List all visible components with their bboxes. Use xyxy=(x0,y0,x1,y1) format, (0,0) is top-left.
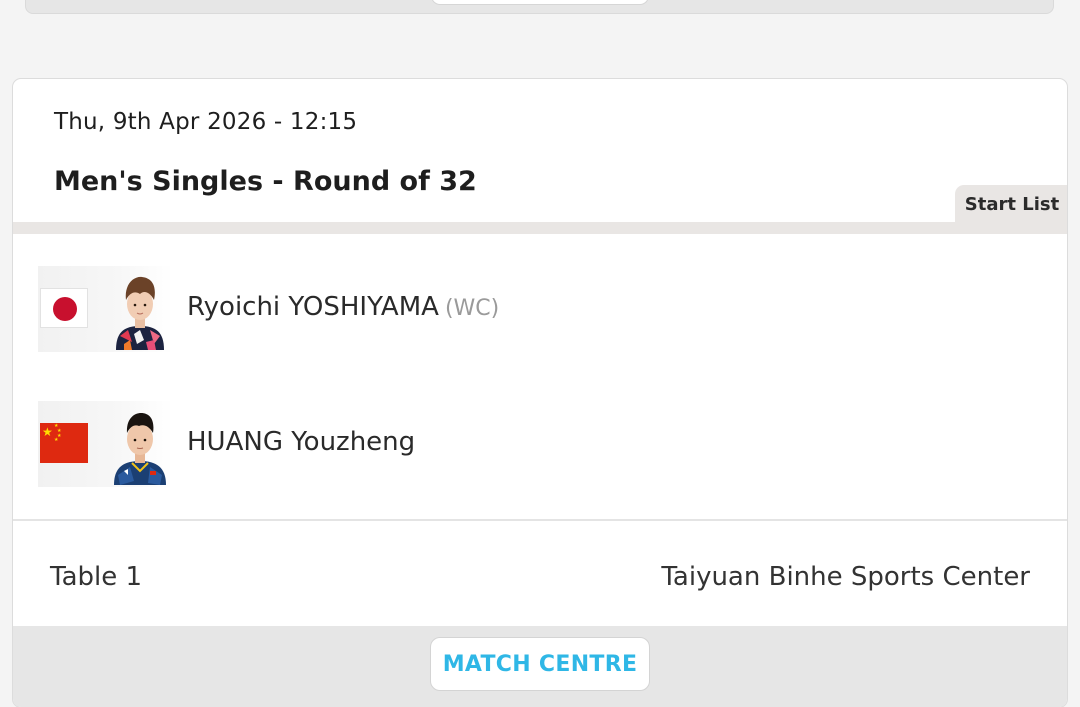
table-label: Table 1 xyxy=(50,562,143,592)
player-name-text: HUANG Youzheng xyxy=(187,427,416,457)
china-flag-icon: ★ ★ ★ ★ ★ xyxy=(40,423,88,463)
event-title: Men's Singles - Round of 32 xyxy=(54,166,477,197)
japan-flag-icon xyxy=(40,288,88,328)
player-media: ★ ★ ★ ★ ★ xyxy=(38,401,173,487)
player-media xyxy=(38,266,173,352)
match-centre-button[interactable]: MATCH CENTRE xyxy=(430,637,650,691)
player-avatar xyxy=(110,405,170,485)
player-name-text: Ryoichi YOSHIYAMA xyxy=(187,292,439,322)
card-footer-bar: MATCH CENTRE xyxy=(13,626,1067,707)
footer-divider xyxy=(13,519,1067,521)
flag-star-icon: ★ xyxy=(42,425,53,439)
player-avatar xyxy=(110,270,170,350)
previous-match-card xyxy=(25,0,1054,14)
player-name: Ryoichi YOSHIYAMA (WC) xyxy=(187,292,499,322)
venue-label: Taiyuan Binhe Sports Center xyxy=(661,562,1030,592)
wildcard-tag: (WC) xyxy=(444,296,500,321)
header-divider xyxy=(13,222,1067,234)
previous-match-centre-button[interactable] xyxy=(431,0,649,5)
start-list-tab[interactable]: Start List xyxy=(955,185,1067,223)
flag-star-icon: ★ xyxy=(54,437,59,443)
player-row[interactable]: Ryoichi YOSHIYAMA (WC) xyxy=(38,266,938,352)
player-row[interactable]: ★ ★ ★ ★ ★ HUANG Youzheng xyxy=(38,401,938,487)
page: Thu, 9th Apr 2026 - 12:15 Men's Singles … xyxy=(0,0,1080,707)
match-card: Thu, 9th Apr 2026 - 12:15 Men's Singles … xyxy=(12,78,1068,707)
player-name: HUANG Youzheng xyxy=(187,427,415,457)
match-datetime: Thu, 9th Apr 2026 - 12:15 xyxy=(54,109,358,135)
